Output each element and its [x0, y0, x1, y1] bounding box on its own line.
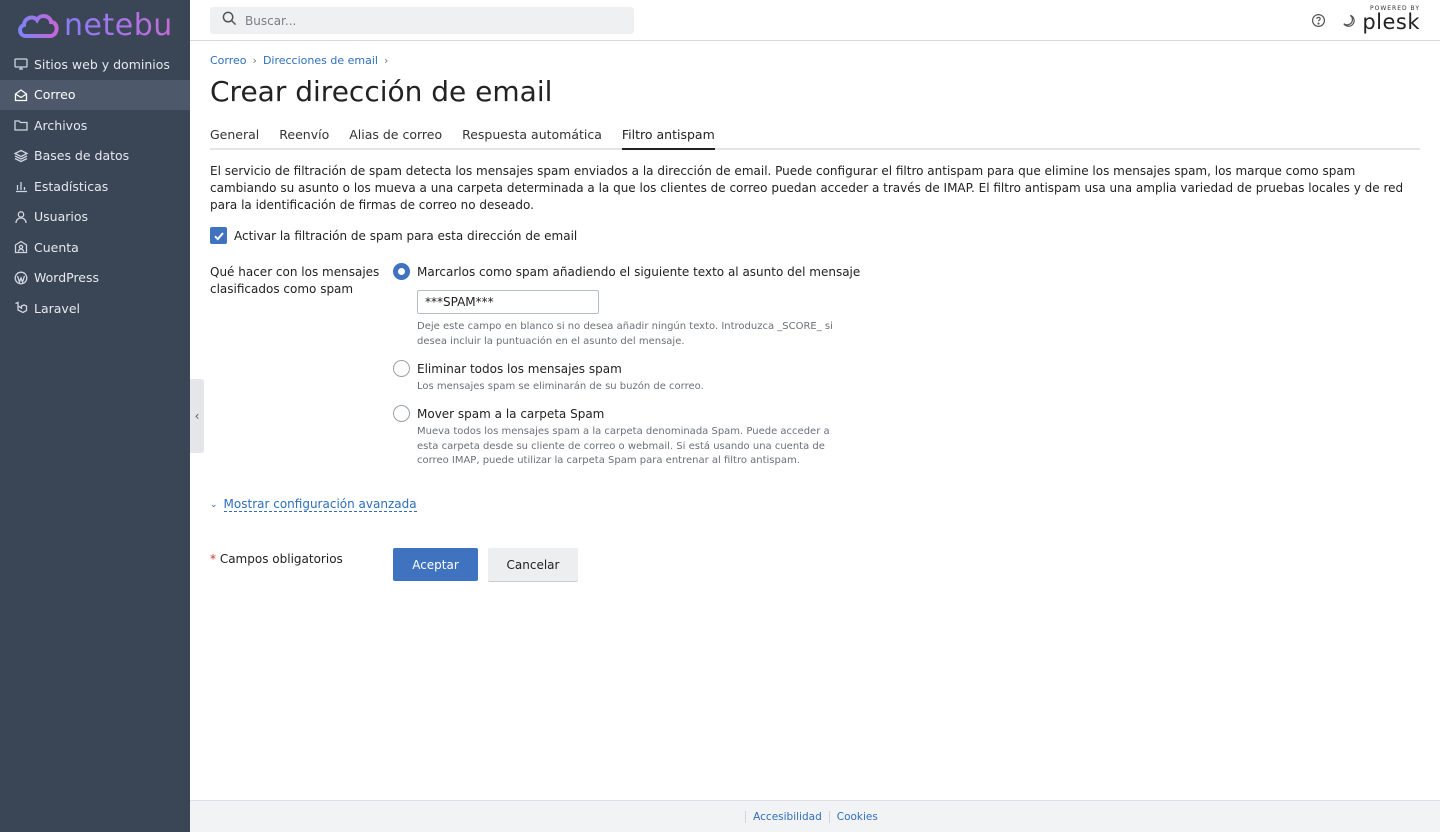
option-mark-spam-hint: Deje este campo en blanco si no desea añ…: [417, 321, 833, 347]
top-header: POWERED BY plesk: [190, 0, 1440, 41]
cancel-button[interactable]: Cancelar: [488, 548, 578, 581]
ok-button[interactable]: Aceptar: [393, 548, 478, 581]
sidebar-item-label: Correo: [34, 87, 76, 103]
enable-spam-filter-label: Activar la filtración de spam para esta …: [234, 228, 578, 243]
checkmark-icon: [213, 231, 224, 240]
tab-filtro-antispam[interactable]: Filtro antispam: [621, 127, 715, 150]
option-mark-spam-label[interactable]: Marcarlos como spam añadiendo el siguien…: [417, 265, 860, 279]
page-title: Crear dirección de email: [210, 75, 553, 108]
sidebar: netebu Sitios web y dominios Correo Arch…: [0, 0, 190, 832]
sidebar-item-bases-de-datos[interactable]: Bases de datos: [0, 141, 190, 172]
show-advanced-settings-link[interactable]: ⌄ Mostrar configuración avanzada: [210, 497, 417, 512]
sidebar-item-label: Bases de datos: [34, 148, 130, 164]
plesk-logo[interactable]: POWERED BY plesk: [1362, 5, 1420, 34]
mail-icon: [14, 88, 28, 102]
sidebar-collapse-handle[interactable]: ‹: [190, 379, 204, 453]
tab-respuesta-automatica[interactable]: Respuesta automática: [462, 127, 602, 148]
help-icon[interactable]: [1310, 12, 1326, 28]
sidebar-item-archivos[interactable]: Archivos: [0, 110, 190, 141]
chevron-right-icon: ›: [383, 54, 389, 67]
laravel-icon: [14, 301, 28, 315]
bar-chart-icon: [14, 179, 28, 193]
search-icon: [222, 11, 237, 30]
tab-general[interactable]: General: [210, 127, 259, 148]
user-icon: [14, 210, 28, 224]
enable-spam-filter-row: Activar la filtración de spam para esta …: [210, 227, 577, 244]
search-input[interactable]: [245, 13, 625, 28]
option-move-spam-label[interactable]: Mover spam a la carpeta Spam: [417, 407, 604, 421]
tab-reenvio[interactable]: Reenvío: [279, 127, 329, 148]
sidebar-item-wordpress[interactable]: WordPress: [0, 263, 190, 294]
sidebar-item-label: WordPress: [34, 270, 100, 286]
option-delete-spam-label[interactable]: Eliminar todos los mensajes spam: [417, 362, 622, 376]
spam-action-label: Qué hacer con los mensajes clasificados …: [210, 265, 380, 296]
sidebar-item-usuarios[interactable]: Usuarios: [0, 202, 190, 233]
plesk-wordmark: plesk: [1362, 10, 1420, 34]
monitor-icon: [14, 57, 28, 71]
option-mark-spam-row: Marcarlos como spam añadiendo el siguien…: [393, 263, 860, 280]
spam-subject-text-input[interactable]: [417, 290, 599, 314]
account-icon: [14, 240, 28, 254]
sidebar-item-laravel[interactable]: Laravel: [0, 293, 190, 324]
option-move-spam-radio[interactable]: [393, 405, 410, 422]
sidebar-item-label: Usuarios: [34, 209, 89, 225]
footer: Accesibilidad Cookies: [190, 800, 1440, 832]
option-mark-spam-radio[interactable]: [393, 263, 410, 280]
chevron-down-icon: ⌄: [210, 499, 218, 510]
sidebar-item-estadisticas[interactable]: Estadísticas: [0, 171, 190, 202]
database-icon: [14, 149, 28, 163]
tab-bar: General Reenvío Alias de correo Respuest…: [210, 127, 1420, 150]
footer-link-accesibilidad[interactable]: Accesibilidad: [745, 810, 829, 823]
folder-icon: [14, 118, 28, 132]
chevron-left-icon: ‹: [194, 409, 200, 423]
breadcrumb-direcciones[interactable]: Direcciones de email: [263, 54, 378, 67]
chevron-right-icon: ›: [252, 54, 257, 67]
breadcrumb-correo[interactable]: Correo: [210, 54, 247, 67]
sidebar-item-cuenta[interactable]: Cuenta: [0, 232, 190, 263]
sidebar-item-label: Laravel: [34, 300, 80, 316]
cloud-logo-icon: [18, 14, 59, 38]
show-advanced-label: Mostrar configuración avanzada: [223, 497, 417, 512]
sidebar-nav: Sitios web y dominios Correo Archivos Ba…: [0, 49, 190, 324]
tab-alias[interactable]: Alias de correo: [349, 127, 442, 148]
required-fields-note: * Campos obligatorios: [210, 552, 343, 566]
footer-link-cookies[interactable]: Cookies: [828, 810, 885, 823]
sidebar-item-sitios-web[interactable]: Sitios web y dominios: [0, 49, 190, 80]
wordpress-icon: [14, 271, 28, 285]
option-move-spam-hint: Mueva todos los mensajes spam a la carpe…: [417, 426, 830, 466]
brand-logo[interactable]: netebu: [16, 6, 173, 44]
enable-spam-filter-checkbox[interactable]: [210, 227, 227, 244]
required-star: *: [210, 552, 216, 566]
required-fields-label: Campos obligatorios: [219, 552, 343, 566]
sidebar-item-label: Estadísticas: [34, 178, 109, 194]
spam-description: El servicio de filtración de spam detect…: [210, 164, 1404, 212]
sidebar-item-correo[interactable]: Correo: [0, 79, 190, 110]
sidebar-item-label: Sitios web y dominios: [34, 56, 170, 72]
sidebar-item-label: Cuenta: [34, 239, 79, 255]
option-delete-spam-row: Eliminar todos los mensajes spam: [393, 360, 622, 377]
brand-name: netebu: [64, 7, 173, 43]
sidebar-item-label: Archivos: [34, 117, 88, 133]
breadcrumb: Correo › Direcciones de email ›: [210, 54, 394, 67]
search-box[interactable]: [210, 7, 634, 34]
dark-mode-moon-icon[interactable]: [1340, 12, 1356, 28]
option-move-spam-row: Mover spam a la carpeta Spam: [393, 405, 604, 422]
option-delete-spam-hint: Los mensajes spam se eliminarán de su bu…: [417, 381, 704, 392]
option-delete-spam-radio[interactable]: [393, 360, 410, 377]
